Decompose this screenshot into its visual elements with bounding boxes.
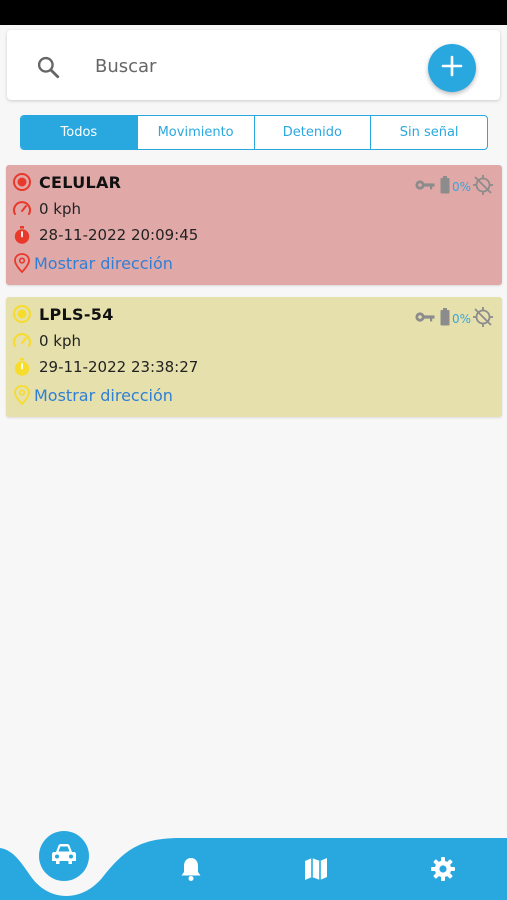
speedometer-icon xyxy=(12,199,32,219)
location-pin-icon xyxy=(12,385,32,405)
vehicle-status-indicators: 0% xyxy=(414,174,494,200)
stopwatch-icon xyxy=(12,225,32,245)
record-icon xyxy=(12,172,32,192)
show-address-link[interactable]: Mostrar dirección xyxy=(34,254,173,273)
plus-icon xyxy=(440,54,464,82)
vehicle-name: CELULAR xyxy=(39,172,122,192)
stopwatch-icon xyxy=(12,357,32,377)
battery-percent: 0% xyxy=(451,180,471,194)
tab-todos[interactable]: Todos xyxy=(21,116,137,149)
key-icon xyxy=(414,309,436,329)
map-icon xyxy=(303,856,329,886)
key-icon xyxy=(414,177,436,197)
battery-percent: 0% xyxy=(451,312,471,326)
nav-vehicles[interactable] xyxy=(39,831,89,881)
car-icon xyxy=(50,842,78,870)
vehicle-name: LPLS-54 xyxy=(39,304,114,324)
vehicle-datetime: 29-11-2022 23:38:27 xyxy=(39,358,199,376)
bell-icon xyxy=(179,856,203,886)
vehicle-card[interactable]: LPLS-54 0 kph 29-11-2022 23:38:27 Mostra… xyxy=(6,297,502,417)
battery-icon xyxy=(440,176,450,198)
show-address-link[interactable]: Mostrar dirección xyxy=(34,386,173,405)
vehicle-datetime: 28-11-2022 20:09:45 xyxy=(39,226,199,244)
filter-tabs: Todos Movimiento Detenido Sin señal xyxy=(20,115,488,150)
tab-sin-senal[interactable]: Sin señal xyxy=(370,116,487,149)
gps-off-icon xyxy=(472,174,494,200)
tab-movimiento[interactable]: Movimiento xyxy=(136,116,254,149)
vehicle-card[interactable]: CELULAR 0 kph 28-11-2022 20:09:45 Mostra… xyxy=(6,165,502,285)
nav-settings[interactable] xyxy=(428,856,458,886)
tab-detenido[interactable]: Detenido xyxy=(253,116,371,149)
speedometer-icon xyxy=(12,331,32,351)
search-input[interactable] xyxy=(95,52,395,80)
vehicle-speed: 0 kph xyxy=(39,332,82,350)
record-icon xyxy=(12,304,32,324)
add-button[interactable] xyxy=(428,44,476,92)
vehicle-status-indicators: 0% xyxy=(414,306,494,332)
vehicle-speed: 0 kph xyxy=(39,200,82,218)
gear-icon xyxy=(430,856,456,886)
battery-icon xyxy=(440,308,450,330)
nav-notifications[interactable] xyxy=(176,856,206,886)
search-bar xyxy=(7,30,500,100)
status-bar xyxy=(0,0,507,25)
nav-map[interactable] xyxy=(301,856,331,886)
search-icon[interactable] xyxy=(35,54,61,80)
location-pin-icon xyxy=(12,253,32,273)
gps-off-icon xyxy=(472,306,494,332)
